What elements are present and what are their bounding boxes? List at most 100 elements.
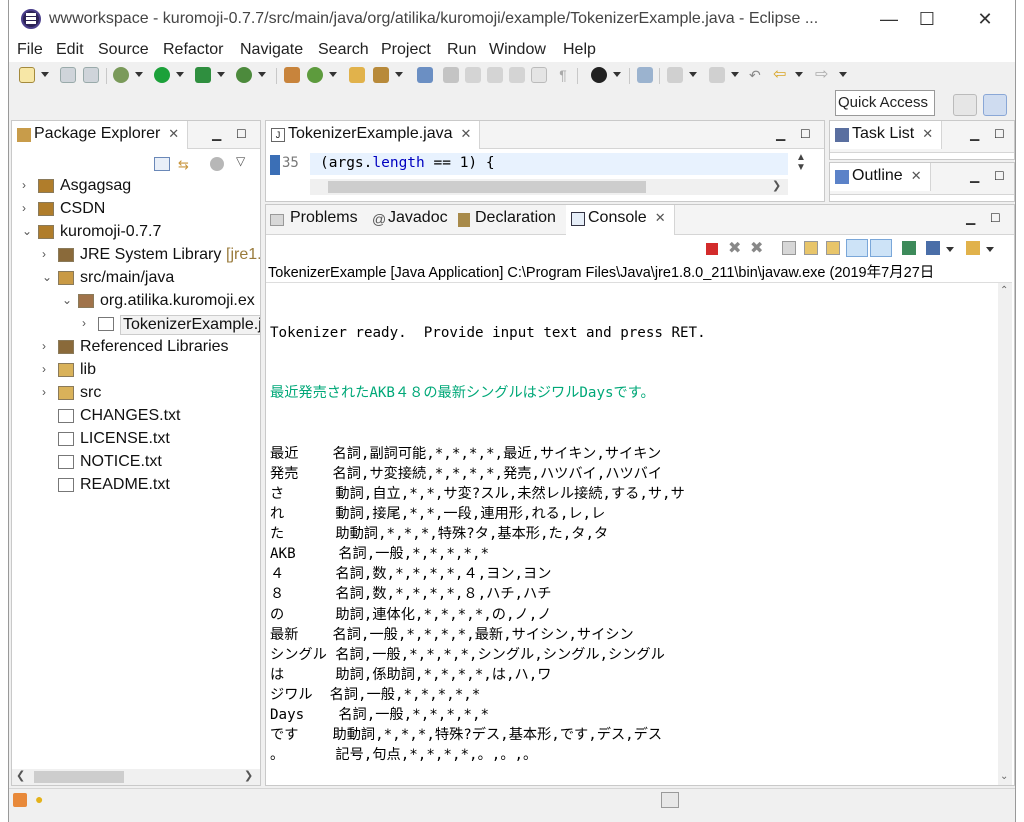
display-console-icon[interactable] [926,241,940,255]
chevron-down-icon[interactable] [217,72,225,77]
chevron-down-icon[interactable] [135,72,143,77]
lightbulb-icon[interactable]: ● [35,791,43,807]
tab-console[interactable]: Console ✕ [566,205,675,235]
forward-icon[interactable]: ⇨ [815,67,831,83]
tab-outline[interactable]: Outline ✕ [830,163,931,191]
open-perspective-icon[interactable] [953,94,977,116]
pin-icon[interactable] [637,67,653,83]
block-selection-icon[interactable] [509,67,525,83]
chevron-right-icon[interactable]: › [42,362,46,376]
quick-access-field[interactable]: Quick Access [835,90,935,116]
remove-launch-icon[interactable]: ✖ [728,238,741,258]
tab-tokenizer-example[interactable]: J TokenizerExample.java ✕ [266,121,481,149]
chevron-right-icon[interactable]: › [42,385,46,399]
chevron-down-icon[interactable] [176,72,184,77]
tab-problems[interactable]: Problems [290,209,358,227]
chevron-right-icon[interactable]: › [42,247,46,261]
tree-item[interactable]: › Referenced Libraries [12,336,260,359]
chevron-down-icon[interactable] [986,247,994,252]
close-button[interactable]: ✕ [965,8,1005,32]
show-on-stderr-icon[interactable] [870,239,892,257]
menu-source[interactable]: Source [98,41,149,59]
menu-project[interactable]: Project [381,41,431,59]
tab-package-explorer[interactable]: Package Explorer ✕ [12,121,189,149]
tree-item[interactable]: › src [12,382,260,405]
tab-javadoc[interactable]: Javadoc [388,209,448,227]
back-icon[interactable]: ⇦ [773,67,789,83]
chevron-down-icon[interactable]: ⌄ [42,270,52,284]
horizontal-scrollbar[interactable]: ❮ ❯ [12,769,260,785]
next-annotation-icon[interactable] [667,67,683,83]
open-type-icon[interactable] [349,67,365,83]
chevron-down-icon[interactable] [41,72,49,77]
mark-occurrences-icon[interactable] [487,67,503,83]
chevron-down-icon[interactable] [839,72,847,77]
tree-item[interactable]: › JRE System Library[jre1.8 [12,244,260,267]
tree-item[interactable]: ⌄ src/main/java [12,267,260,290]
pin-console-icon[interactable] [902,241,916,255]
chevron-right-icon[interactable]: › [82,316,86,330]
scrollbar-thumb[interactable] [328,181,646,193]
title-bar[interactable]: wwworkspace - kuromoji-0.7.7/src/main/ja… [9,0,1015,38]
chevron-down-icon[interactable] [689,72,697,77]
tree-item[interactable]: › TokenizerExample.j [12,313,260,336]
chevron-down-icon[interactable] [613,72,621,77]
scrollbar-thumb[interactable] [34,771,124,783]
close-icon[interactable]: ✕ [168,126,179,141]
tree-item[interactable]: README.txt [12,474,260,497]
chevron-down-icon[interactable]: ⌄ [62,293,72,307]
chevron-right-icon[interactable]: › [22,201,26,215]
link-with-editor-icon[interactable]: ⇆ [178,157,194,172]
open-task-icon[interactable] [417,67,433,83]
menu-help[interactable]: Help [563,41,596,59]
scroll-lock-icon[interactable] [804,241,818,255]
progress-icon[interactable] [661,792,679,808]
annotation-icon[interactable] [443,67,459,83]
console-output[interactable]: Tokenizer ready. Provide input text and … [266,282,1012,785]
menu-edit[interactable]: Edit [56,41,84,59]
search-icon[interactable] [373,67,389,83]
chevron-down-icon[interactable] [329,72,337,77]
user-icon[interactable] [591,67,607,83]
editor-horizontal-scrollbar[interactable]: ❯ [310,179,788,195]
new-class-icon[interactable] [307,67,323,83]
new-java-project-icon[interactable] [284,67,300,83]
tree-item[interactable]: ⌄ org.atilika.kuromoji.ex [12,290,260,313]
scroll-down-icon[interactable]: ⌄ [1000,771,1008,782]
minimize-view-icon[interactable]: ▁ [970,127,979,141]
open-console-icon[interactable] [966,241,980,255]
scroll-right-icon[interactable]: ❯ [244,769,253,782]
last-edit-icon[interactable]: ↶ [749,67,765,83]
chevron-right-icon[interactable]: › [22,178,26,192]
tab-task-list[interactable]: Task List ✕ [830,121,943,149]
highlight-icon[interactable] [465,67,481,83]
close-icon[interactable]: ✕ [922,126,933,141]
tree-item[interactable]: › CSDN [12,198,260,221]
chevron-right-icon[interactable]: › [42,339,46,353]
word-wrap-icon[interactable] [826,241,840,255]
menu-run[interactable]: Run [447,41,476,59]
scroll-right-icon[interactable]: ❯ [772,179,781,192]
terminate-icon[interactable] [706,243,718,255]
minimize-view-icon[interactable]: ▁ [776,127,785,141]
remove-all-icon[interactable]: ✖ [750,238,763,258]
rss-icon[interactable] [13,793,27,807]
java-perspective-icon[interactable] [983,94,1007,116]
collapse-all-icon[interactable] [154,157,170,171]
maximize-view-icon[interactable]: ☐ [800,127,811,141]
code-line[interactable]: (args.length == 1) { [320,155,495,171]
debug-icon[interactable] [113,67,129,83]
maximize-button[interactable]: ☐ [907,8,947,32]
chevron-down-icon[interactable] [258,72,266,77]
view-menu-icon[interactable]: ▽ [236,154,245,168]
new-icon[interactable] [19,67,35,83]
menu-refactor[interactable]: Refactor [163,41,223,59]
scroll-left-icon[interactable]: ❮ [16,769,25,782]
maximize-view-icon[interactable]: ☐ [236,127,247,141]
menu-search[interactable]: Search [318,41,369,59]
maximize-view-icon[interactable]: ☐ [994,169,1005,183]
show-on-stdout-icon[interactable] [846,239,868,257]
tree-item[interactable]: ⌄ kuromoji-0.7.7 [12,221,260,244]
menu-file[interactable]: File [17,41,43,59]
focus-icon[interactable] [210,157,224,171]
